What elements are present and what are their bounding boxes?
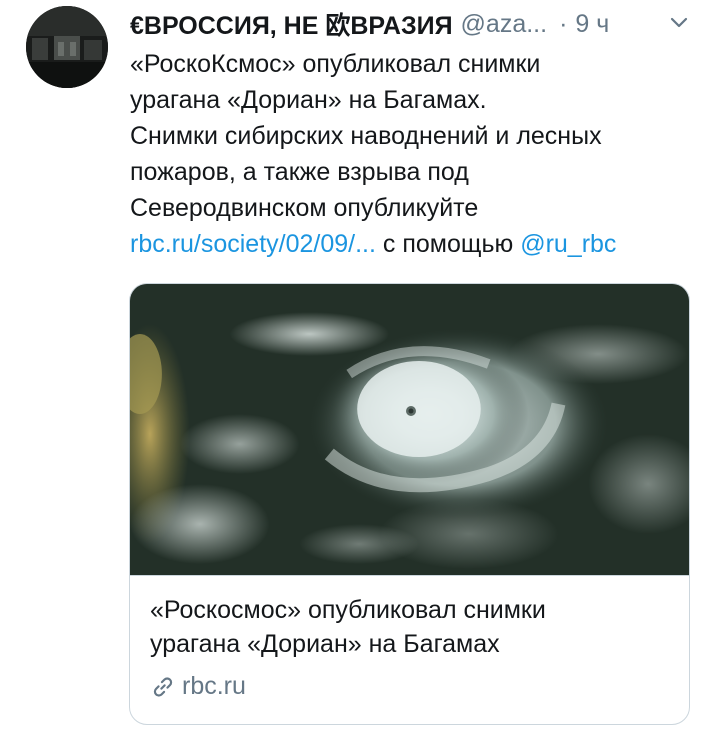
link-preview-card[interactable]: «Роскосмос» опубликовал снимки урагана «… — [129, 283, 690, 725]
author-handle[interactable]: @aza... — [461, 10, 548, 39]
card-domain: rbc.ru — [150, 672, 246, 701]
card-domain-text: rbc.ru — [182, 672, 246, 700]
via-text: с помощью — [382, 230, 514, 258]
tweet-text-line-last: rbc.ru/society/02/09/... с помощью @ru_r… — [130, 226, 700, 262]
chevron-down-icon[interactable] — [670, 14, 688, 32]
avatar-image — [26, 6, 108, 88]
author-name[interactable]: €ВРОССИЯ, НЕ 欧ВРАЗИЯ — [130, 6, 453, 42]
card-title-line: урагана «Дориан» на Багамах — [150, 630, 500, 658]
tweet-text-line: урагана «Дориан» на Багамах. — [130, 86, 487, 114]
tweet[interactable]: €ВРОССИЯ, НЕ 欧ВРАЗИЯ @aza... · 9 ч «Роск… — [0, 0, 714, 739]
tweet-text-line: «РоскоКсмос» опубликовал снимки — [130, 50, 541, 78]
tweet-text-line: Снимки сибирских наводнений и лесных — [130, 122, 602, 150]
mention-link[interactable]: @ru_rbc — [520, 230, 616, 258]
tweet-url-link[interactable]: rbc.ru/society/02/09/... — [130, 230, 376, 258]
tweet-text-line: Северодвинском опубликуйте — [130, 194, 479, 222]
tweet-text: «РоскоКсмос» опубликовал снимки урагана … — [130, 46, 700, 262]
tweet-timestamp[interactable]: 9 ч — [575, 10, 609, 39]
card-title-line: «Роскосмос» опубликовал снимки — [150, 596, 546, 624]
separator-dot: · — [559, 9, 568, 38]
card-title: «Роскосмос» опубликовал снимки урагана «… — [150, 593, 670, 661]
tweet-text-line: пожаров, а также взрыва под — [130, 158, 469, 186]
tweet-header: €ВРОССИЯ, НЕ 欧ВРАЗИЯ @aza... · 9 ч — [130, 6, 694, 42]
link-icon — [153, 676, 173, 697]
card-image — [130, 284, 689, 576]
avatar[interactable] — [26, 6, 108, 88]
